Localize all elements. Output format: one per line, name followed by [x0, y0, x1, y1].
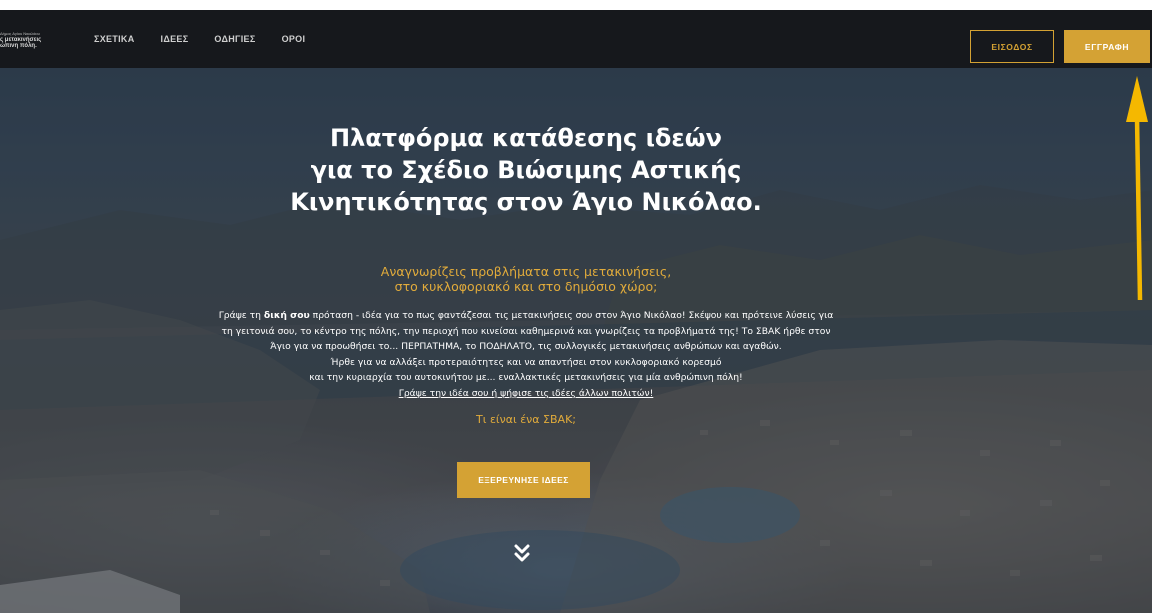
login-button[interactable]: ΕΙΣΟΔΟΣ: [970, 30, 1054, 63]
hero-title-line-1: Πλατφόρμα κατάθεσης ιδεών: [330, 124, 722, 152]
nav-item-terms[interactable]: ΟΡΟΙ: [282, 34, 306, 44]
hero-title-line-2: για το Σχέδιο Βιώσιμης Αστικής: [310, 156, 742, 184]
logo-line-3: ώπινη πόλη.: [0, 43, 37, 49]
description-cta-line: Γράψε την ιδέα σου ή ψήφισε τις ιδέες άλ…: [180, 386, 872, 402]
hero-subtitle-line-1: Αναγνωρίζεις προβλήματα στις μετακινήσει…: [380, 264, 672, 279]
hero-description: Γράψε τη δική σου πρόταση - ιδέα για το …: [180, 308, 872, 402]
nav-item-about[interactable]: ΣΧΕΤΙΚΑ: [94, 34, 135, 44]
hero-title-line-3: Κινητικότητας στον Άγιο Νικόλαο.: [290, 188, 762, 216]
page: Δήμος Αγίου Νικολάου ς μετακινήσεις ώπιν…: [0, 0, 1152, 613]
description-line-1-suffix: πρόταση - ιδέα για το πως φαντάζεσαι τις…: [309, 310, 834, 321]
hero-subtitle: Αναγνωρίζεις προβλήματα στις μετακινήσει…: [276, 264, 776, 294]
description-line-2: τη γειτονιά σου, το κέντρο της πόλης, τη…: [221, 325, 831, 337]
description-line-3: Άγιο για να προωθήσει το... ΠΕΡΠΑΤΗΜΑ, τ…: [270, 341, 782, 353]
nav-item-instructions[interactable]: ΟΔΗΓΙΕΣ: [214, 34, 255, 44]
hero-subtitle-line-2: στο κυκλοφοριακό και στο δημόσιο χώρο;: [394, 279, 658, 294]
top-navbar: Δήμος Αγίου Νικολάου ς μετακινήσεις ώπιν…: [0, 10, 1152, 68]
description-line-1: Γράψε τη δική σου πρόταση - ιδέα για το …: [180, 308, 872, 324]
scroll-down-button[interactable]: [512, 543, 532, 565]
description-line-1-prefix: Γράψε τη: [218, 310, 264, 321]
nav-item-ideas[interactable]: ΙΔΕΕΣ: [161, 34, 189, 44]
chevron-double-down-icon: [514, 544, 530, 562]
description-line-4: Ήρθε για να αλλάξει προτεραιότητες και ν…: [330, 356, 722, 368]
explore-ideas-button[interactable]: ΕΞΕΡΕΥΝΗΣΕ ΙΔΕΕΣ: [457, 462, 590, 498]
hero-content: Πλατφόρμα κατάθεσης ιδεών για το Σχέδιο …: [0, 0, 1152, 613]
description-bold-text: δική σου: [263, 310, 310, 321]
nav-links: ΣΧΕΤΙΚΑ ΙΔΕΕΣ ΟΔΗΓΙΕΣ ΟΡΟΙ: [94, 10, 331, 68]
what-is-sbak-link[interactable]: Τι είναι ένα ΣΒΑΚ;: [376, 413, 676, 426]
register-button[interactable]: ΕΓΓΡΑΦΗ: [1064, 30, 1150, 63]
write-idea-link[interactable]: Γράψε την ιδέα σου ή ψήφισε τις ιδέες άλ…: [399, 388, 654, 399]
arrow-up-icon: [1126, 76, 1148, 300]
description-line-5: και την κυριαρχία του αυτοκινήτου με... …: [309, 372, 743, 384]
site-logo[interactable]: Δήμος Αγίου Νικολάου ς μετακινήσεις ώπιν…: [0, 31, 66, 49]
hero-title: Πλατφόρμα κατάθεσης ιδεών για το Σχέδιο …: [176, 122, 876, 218]
